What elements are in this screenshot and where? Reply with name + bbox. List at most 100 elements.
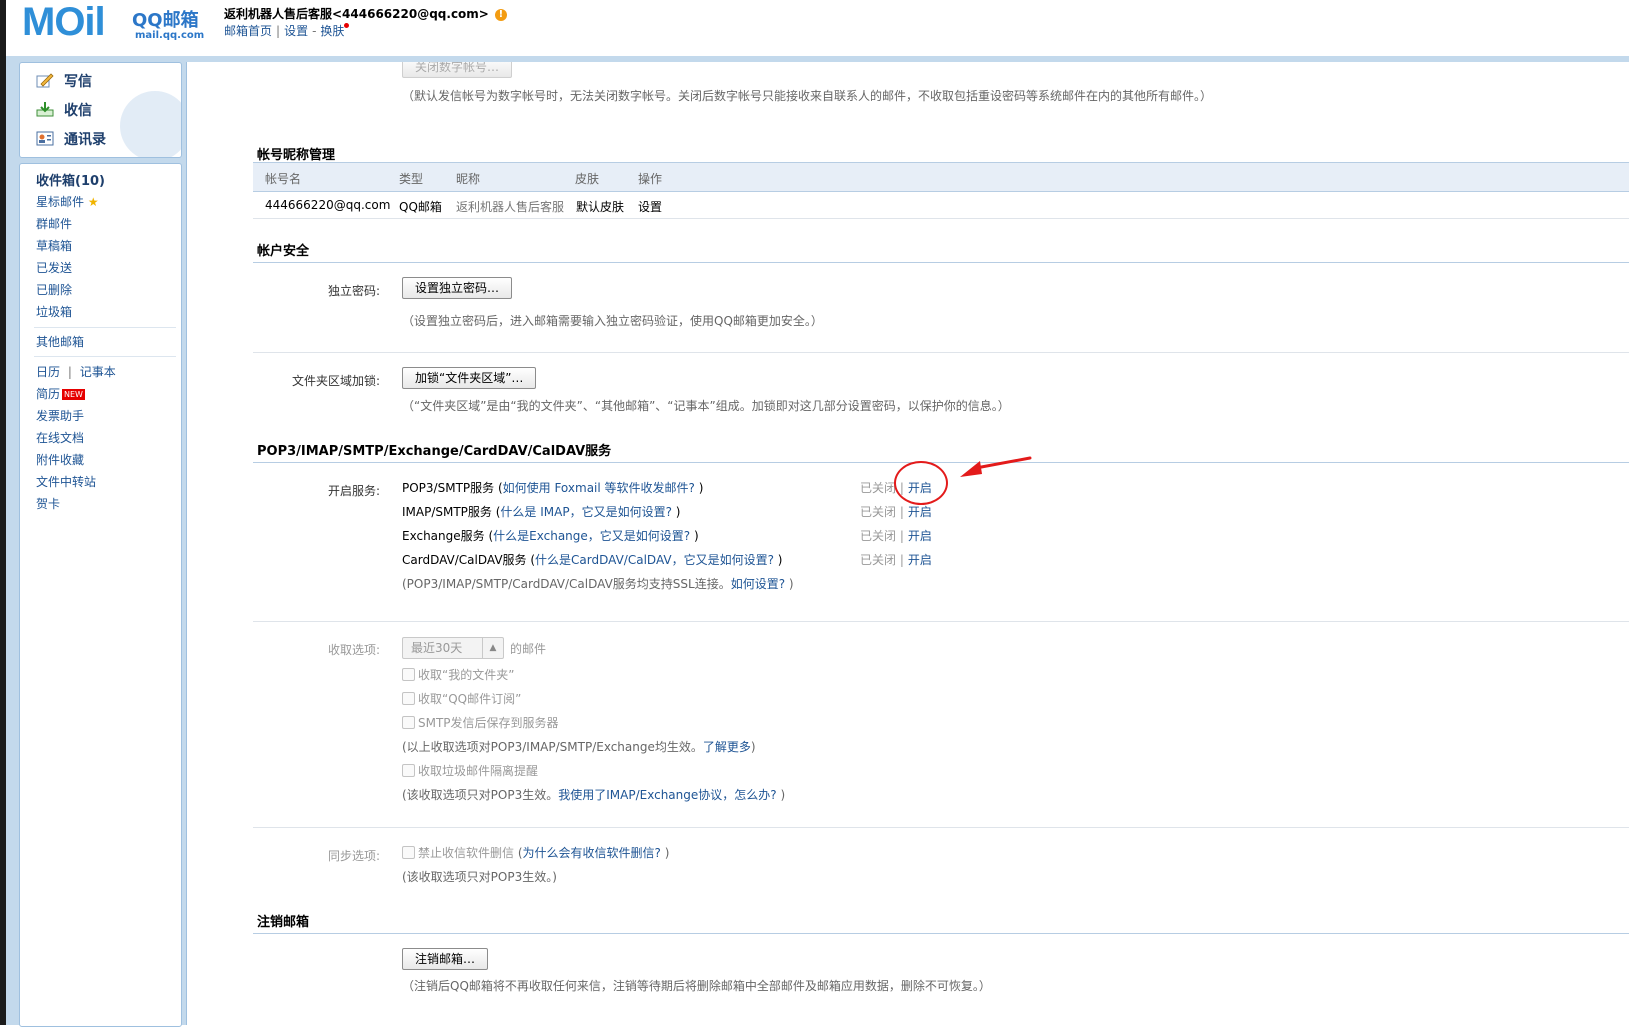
account-display: 返利机器人售后客服<444666220@qq.com>! [224,5,507,22]
opt-no-client-delete-label: 禁止收信软件删信 [418,846,515,860]
ssl-howto-link[interactable]: 如何设置? [731,577,785,591]
imap-help-link[interactable]: 什么是 IMAP，它又是如何设置? [500,505,672,519]
sync-note: (该收取选项只对POP3生效。) [402,870,557,884]
note-close: ) [776,788,786,802]
logo-wordmark: MOil [22,0,106,44]
section-divider [253,462,1629,463]
opt-my-folders[interactable]: 收取“我的文件夹” [402,666,514,683]
table-bottom-border [253,218,1629,219]
imap-enable-link[interactable]: 开启 [908,505,932,519]
service-imap-smtp: IMAP/SMTP服务 (什么是 IMAP，它又是如何设置? ) [402,503,680,520]
nickname-settings-link[interactable]: 设置 [638,198,662,215]
folder-starred-label: 星标邮件 [36,195,85,209]
exchange-status: 已关闭 | 开启 [860,527,932,544]
service-exchange: Exchange服务 (什么是Exchange，它又是如何设置? ) [402,527,699,544]
paren-close: ) [690,529,699,543]
service-name: POP3/SMTP服务 [402,481,495,495]
app-resume[interactable]: 简历 NEW [36,385,85,402]
app-attachments[interactable]: 附件收藏 [36,451,84,468]
quick-actions-panel: 写信 收信 通讯录 [19,62,182,158]
app-file-transfer[interactable]: 文件中转站 [36,473,96,490]
folder-sent[interactable]: 已发送 [36,259,72,276]
notes-link[interactable]: 记事本 [80,365,116,379]
cell-skin: 默认皮肤 [576,200,625,214]
sidebar-divider [34,327,176,328]
checkbox[interactable] [402,668,415,681]
service-pop3-smtp: POP3/SMTP服务 (如何使用 Foxmail 等软件收发邮件? ) [402,479,703,496]
checkbox[interactable] [402,692,415,705]
change-skin-link[interactable]: 换肤 [320,24,344,38]
paren-open: ( [494,481,503,495]
app-greeting-cards[interactable]: 贺卡 [36,495,60,512]
independent-password-label: 独立密码: [327,284,380,298]
why-delete-link[interactable]: 为什么会有收信软件删信? [523,846,661,860]
qq-penguin-icon [120,91,181,157]
paren-close: ) [671,505,681,519]
exchange-enable-link[interactable]: 开启 [908,529,932,543]
folder-sidebar: 收件箱(10) 星标邮件 ★ 群邮件 草稿箱 已发送 已删除 垃圾箱 其他邮箱 … [19,163,182,1027]
settings-main-pane[interactable]: 关闭数字帐号… （默认发信帐号为数字帐号时，无法关闭数字帐号。关闭后数字帐号只能… [186,62,1629,1025]
status-separator: | [899,529,904,543]
lock-folder-area-button[interactable]: 加锁“文件夹区域”… [402,367,537,389]
exchange-help-link[interactable]: 什么是Exchange，它又是如何设置? [493,529,690,543]
app-online-docs[interactable]: 在线文档 [36,429,84,446]
open-service-label: 开启服务: [327,484,380,498]
receive-label: 收信 [64,103,92,119]
col-header-skin: 皮肤 [575,172,600,186]
checkbox[interactable] [402,716,415,729]
carddav-help-link[interactable]: 什么是CardDAV/CalDAV，它又是如何设置? [535,553,774,567]
section-divider [253,933,1629,934]
pop3-help-link[interactable]: 如何使用 Foxmail 等软件收发邮件? [503,481,695,495]
top-header: MOil QQ邮箱 mail.qq.com 返利机器人售后客服<44466622… [6,0,1629,56]
set-independent-password-button[interactable]: 设置独立密码… [402,277,513,299]
ssl-note-close: ) [785,577,794,591]
opt-smtp-save[interactable]: SMTP发信后保存到服务器 [402,714,559,731]
contacts-button[interactable]: 通讯录 [36,129,106,149]
cell-type: QQ邮箱 [399,200,442,214]
section-title-cancel: 注销邮箱 [257,915,310,930]
folder-inbox[interactable]: 收件箱(10) [36,170,105,189]
opt-qq-subscriptions[interactable]: 收取“QQ邮件订阅” [402,690,521,707]
annotation-arrow-icon [960,456,1032,477]
folder-groups[interactable]: 群邮件 [36,215,72,232]
mailbox-home-link[interactable]: 邮箱首页 [224,24,272,38]
carddav-status: 已关闭 | 开启 [860,551,932,568]
folder-spam[interactable]: 垃圾箱 [36,303,72,320]
imap-status: 已关闭 | 开启 [860,503,932,520]
section-title-nicknames: 帐号昵称管理 [257,148,336,163]
cancel-note: （注销后QQ邮箱将不再收取任何来信，注销等待期后将删除邮箱中全部邮件及邮箱应用数… [402,979,991,993]
cell-account: 444666220@qq.com [265,198,391,212]
qqmail-logo[interactable]: MOil QQ邮箱 mail.qq.com [22,0,212,44]
folder-drafts[interactable]: 草稿箱 [36,237,72,254]
folder-starred[interactable]: 星标邮件 ★ [36,193,99,210]
opt-qq-subscriptions-label: 收取“QQ邮件订阅” [418,692,522,706]
checkbox[interactable] [402,764,415,777]
compose-button[interactable]: 写信 [36,71,92,91]
app-resume-label: 简历 [36,387,61,401]
folder-other-mailbox[interactable]: 其他邮箱 [36,333,84,350]
receive-button[interactable]: 收信 [36,100,92,120]
folder-deleted[interactable]: 已删除 [36,281,72,298]
warning-icon[interactable]: ! [494,8,507,21]
settings-content: 关闭数字帐号… （默认发信帐号为数字帐号时，无法关闭数字帐号。关闭后数字帐号只能… [187,62,1629,1025]
cell-nickname: 返利机器人售后客服 [456,200,565,214]
paren-close: ) [694,481,704,495]
cancel-mailbox-button[interactable]: 注销邮箱… [402,948,489,970]
logo-domain: mail.qq.com [135,30,205,41]
col-header-nickname: 昵称 [456,172,481,186]
receive-range-select[interactable]: 最近30天 ▲ [402,637,504,659]
status-separator: | [899,505,904,519]
imap-exchange-help-link[interactable]: 我使用了IMAP/Exchange协议，怎么办? [558,788,776,802]
close-numeric-account-button[interactable]: 关闭数字帐号… [402,62,513,78]
opt-no-client-delete[interactable]: 禁止收信软件删信 (为什么会有收信软件删信? ) [402,844,669,861]
learn-more-link[interactable]: 了解更多 [703,740,751,754]
status-closed: 已关闭 [860,481,897,495]
settings-link[interactable]: 设置 [284,24,308,38]
opt-spam-alert[interactable]: 收取垃圾邮件隔离提醒 [402,762,538,779]
carddav-enable-link[interactable]: 开启 [908,553,932,567]
ssl-note-text: (POP3/IMAP/SMTP/CardDAV/CalDAV服务均支持SSL连接… [402,577,731,591]
app-invoice-helper[interactable]: 发票助手 [36,407,84,424]
checkbox[interactable] [402,846,415,859]
col-header-account: 帐号名 [265,172,302,186]
calendar-link[interactable]: 日历 [36,365,60,379]
